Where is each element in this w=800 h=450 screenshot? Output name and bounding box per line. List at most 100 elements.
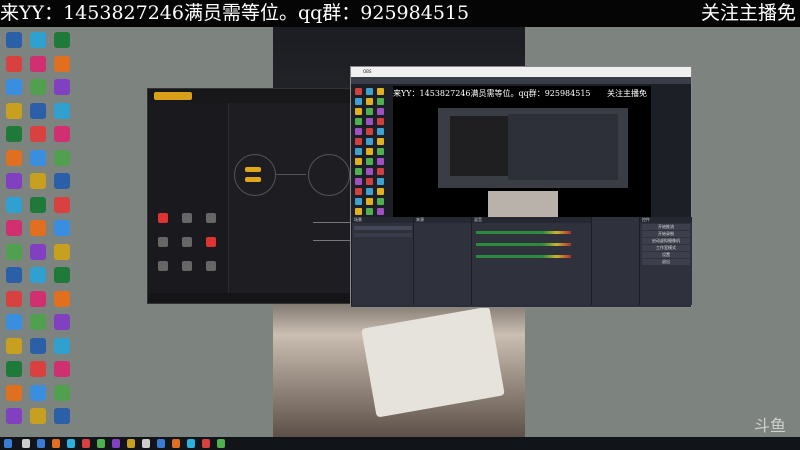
taskbar-app-icon[interactable] xyxy=(202,439,210,448)
mixer-dock[interactable]: 混音 xyxy=(471,217,592,305)
desktop-app-icon[interactable] xyxy=(2,126,26,142)
desktop-app-icon[interactable] xyxy=(26,314,50,330)
desktop-app-icon[interactable] xyxy=(2,149,26,166)
obs-tool-icon[interactable] xyxy=(377,158,384,165)
tool-icon[interactable] xyxy=(206,261,216,271)
taskbar-app-icon[interactable] xyxy=(112,439,120,448)
desktop-app-icon[interactable] xyxy=(50,32,74,48)
obs-tool-icon[interactable] xyxy=(377,138,384,145)
desktop-app-icon[interactable] xyxy=(2,196,26,213)
taskbar-app-icon[interactable] xyxy=(172,439,180,448)
obs-tool-icon[interactable] xyxy=(366,178,373,185)
desktop-app-icon[interactable] xyxy=(50,173,74,189)
desktop-app-icon[interactable] xyxy=(26,361,50,377)
desktop-app-icon[interactable] xyxy=(2,361,26,377)
taskbar-app-icon[interactable] xyxy=(127,439,135,448)
obs-tool-icon[interactable] xyxy=(366,168,373,175)
taskbar-app-icon[interactable] xyxy=(97,439,105,448)
start-recording-button[interactable]: 开始录制 xyxy=(642,231,690,237)
studio-mode-button[interactable]: 工作室模式 xyxy=(642,245,690,251)
obs-tool-icon[interactable] xyxy=(355,88,362,95)
obs-tool-icon[interactable] xyxy=(366,198,373,205)
obs-tool-icon[interactable] xyxy=(366,208,373,215)
desktop-app-icon[interactable] xyxy=(26,173,50,189)
desktop-app-icon[interactable] xyxy=(50,337,74,354)
obs-tool-icon[interactable] xyxy=(355,148,362,155)
desktop-app-icon[interactable] xyxy=(50,102,74,119)
exit-button[interactable]: 退出 xyxy=(642,259,690,265)
desktop-app-icon[interactable] xyxy=(2,384,26,401)
desktop-app-icon[interactable] xyxy=(2,55,26,72)
desktop-app-icon[interactable] xyxy=(50,314,74,330)
sources-dock[interactable]: 来源 xyxy=(413,217,472,305)
taskbar-app-icon[interactable] xyxy=(37,439,45,448)
start-streaming-button[interactable]: 开始推流 xyxy=(642,224,690,230)
desktop-app-icon[interactable] xyxy=(50,149,74,166)
desktop-app-icon[interactable] xyxy=(50,55,74,72)
settings-button[interactable]: 设置 xyxy=(642,252,690,258)
tool-icon[interactable] xyxy=(182,261,192,271)
taskbar-app-icon[interactable] xyxy=(52,439,60,448)
desktop-app-icon[interactable] xyxy=(50,384,74,401)
helper-titlebar[interactable] xyxy=(148,89,356,103)
obs-tool-icon[interactable] xyxy=(377,188,384,195)
desktop-app-icon[interactable] xyxy=(50,408,74,424)
desktop-app-icon[interactable] xyxy=(26,102,50,119)
obs-tool-icon[interactable] xyxy=(377,128,384,135)
desktop-app-icon[interactable] xyxy=(50,267,74,283)
obs-tool-icon[interactable] xyxy=(355,128,362,135)
obs-tool-icon[interactable] xyxy=(366,158,373,165)
douyu-helper-window[interactable] xyxy=(147,88,357,304)
obs-tool-icon[interactable] xyxy=(366,128,373,135)
obs-tool-icon[interactable] xyxy=(377,208,384,215)
obs-tool-icon[interactable] xyxy=(366,118,373,125)
obs-titlebar[interactable]: OBS xyxy=(351,67,691,77)
desktop-app-icon[interactable] xyxy=(50,361,74,377)
desktop-app-icon[interactable] xyxy=(50,220,74,236)
obs-tool-icon[interactable] xyxy=(355,158,362,165)
desktop-app-icon[interactable] xyxy=(26,290,50,307)
desktop-app-icon[interactable] xyxy=(2,173,26,189)
desktop-app-icon[interactable] xyxy=(26,243,50,260)
desktop-app-icon[interactable] xyxy=(50,290,74,307)
obs-window[interactable]: OBS 来YY：1453827246满员需等位。qq群：925984515 关注… xyxy=(350,66,692,308)
obs-tool-icon[interactable] xyxy=(377,88,384,95)
taskbar-app-icon[interactable] xyxy=(142,439,150,448)
rtmp-field[interactable] xyxy=(313,217,353,223)
desktop-app-icon[interactable] xyxy=(2,290,26,307)
taskbar-app-icon[interactable] xyxy=(157,439,165,448)
obs-tool-icon[interactable] xyxy=(366,138,373,145)
tool-icon[interactable] xyxy=(158,237,168,247)
tool-icon[interactable] xyxy=(158,213,168,223)
obs-preview-canvas[interactable]: 来YY：1453827246满员需等位。qq群：925984515 关注主播免 xyxy=(393,86,651,232)
scene-item[interactable] xyxy=(354,226,412,230)
obs-tool-icon[interactable] xyxy=(355,138,362,145)
key-field[interactable] xyxy=(313,235,353,241)
desktop-app-icon[interactable] xyxy=(50,126,74,142)
obs-tool-icon[interactable] xyxy=(377,108,384,115)
obs-tool-icon[interactable] xyxy=(366,88,373,95)
controls-dock[interactable]: 控件 开始推流 开始录制 启动虚拟摄像机 工作室模式 设置 退出 xyxy=(639,217,692,305)
desktop-app-icon[interactable] xyxy=(26,408,50,424)
tool-icon[interactable] xyxy=(206,213,216,223)
obs-tool-icon[interactable] xyxy=(377,168,384,175)
desktop-app-icon[interactable] xyxy=(2,79,26,95)
desktop-app-icon[interactable] xyxy=(26,267,50,283)
obs-tool-icon[interactable] xyxy=(355,178,362,185)
obs-menubar[interactable] xyxy=(351,77,691,84)
taskbar-app-icon[interactable] xyxy=(217,439,225,448)
scenes-dock[interactable]: 场景 xyxy=(351,217,414,305)
obs-tool-icon[interactable] xyxy=(355,198,362,205)
virtual-camera-button[interactable]: 启动虚拟摄像机 xyxy=(642,238,690,244)
desktop-app-icon[interactable] xyxy=(26,32,50,48)
obs-tool-icon[interactable] xyxy=(377,148,384,155)
obs-tool-icon[interactable] xyxy=(355,188,362,195)
start-icon[interactable] xyxy=(4,439,12,448)
obs-tool-icon[interactable] xyxy=(355,108,362,115)
desktop-app-icon[interactable] xyxy=(26,384,50,401)
obs-tool-icon[interactable] xyxy=(355,98,362,105)
desktop-app-icon[interactable] xyxy=(26,55,50,72)
desktop-app-icon[interactable] xyxy=(2,243,26,260)
obs-tool-icon[interactable] xyxy=(355,208,362,215)
obs-tool-icon[interactable] xyxy=(366,98,373,105)
